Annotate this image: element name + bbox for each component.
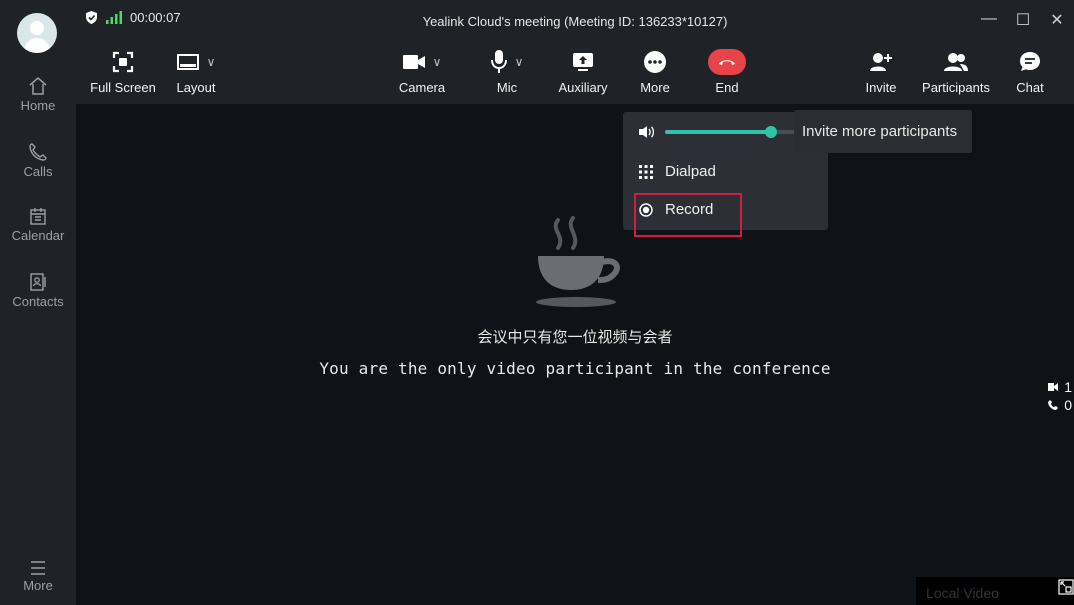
participants-label: Participants (922, 80, 990, 95)
camera-label: Camera (398, 80, 446, 95)
chat-label: Chat (1016, 80, 1044, 95)
fullscreen-label: Full Screen (90, 80, 156, 95)
share-screen-icon (573, 53, 593, 71)
coffee-cup-icon (536, 216, 620, 307)
end-call-button[interactable]: End (707, 48, 747, 95)
hangup-icon (708, 49, 746, 75)
auxiliary-label: Auxiliary (558, 80, 608, 95)
sidebar-item-calls[interactable]: Calls (0, 142, 76, 179)
minimize-icon[interactable]: — (972, 10, 1006, 30)
record-highlight-box (634, 193, 742, 237)
sidebar-item-label: Contacts (12, 294, 64, 309)
sidebar-item-contacts[interactable]: Contacts (0, 272, 76, 309)
layout-label: Layout (176, 80, 216, 95)
layout-icon (176, 54, 199, 70)
more-button[interactable]: More (634, 48, 676, 95)
chat-button[interactable]: Chat (1012, 48, 1048, 95)
window-controls: — ☐ ✕ (972, 10, 1074, 30)
invite-button[interactable]: Invite (862, 48, 900, 95)
local-video-label: Local Video (926, 585, 999, 601)
close-icon[interactable]: ✕ (1040, 10, 1074, 30)
menu-icon (31, 561, 45, 575)
auxiliary-button[interactable]: Auxiliary (552, 48, 614, 95)
local-video-panel[interactable]: Local Video (916, 577, 1074, 605)
sidebar: Home Calls Calendar Contacts More (0, 0, 76, 605)
avatar[interactable] (17, 13, 57, 53)
dialpad-menu-item[interactable]: Dialpad (639, 163, 716, 180)
mic-label: Mic (496, 80, 518, 95)
chevron-down-icon[interactable]: ∨ (207, 55, 216, 69)
more-icon (644, 51, 666, 73)
sidebar-item-label: Home (20, 98, 56, 113)
mic-button[interactable]: ∨ Mic (483, 48, 531, 95)
fullscreen-icon (112, 51, 134, 73)
speaker-icon (639, 126, 655, 138)
top-bar: 00:00:07 Yealink Cloud's meeting (Meetin… (76, 0, 1074, 104)
calendar-icon (30, 208, 46, 225)
dialpad-icon (639, 164, 653, 179)
audio-count: 0 (1064, 397, 1072, 413)
layout-button[interactable]: ∨ Layout (174, 48, 218, 95)
camera-button[interactable]: ∨ Camera (398, 48, 446, 95)
sidebar-item-label: Calendar (11, 228, 65, 243)
phone-count-icon (1048, 400, 1059, 410)
contacts-icon (30, 273, 46, 291)
add-user-icon (870, 53, 892, 71)
chevron-down-icon[interactable]: ∨ (433, 55, 442, 69)
sidebar-item-calendar[interactable]: Calendar (0, 206, 76, 243)
invite-tooltip: Invite more participants (794, 110, 972, 153)
only-participant-message-cn: 会议中只有您一位视频与会者 (477, 329, 673, 346)
meeting-title: Yealink Cloud's meeting (Meeting ID: 136… (422, 14, 728, 29)
camera-icon (402, 55, 425, 69)
participant-counts: 1 0 (1048, 378, 1072, 414)
volume-control[interactable] (637, 123, 817, 141)
phone-icon (29, 143, 47, 161)
title-bar: 00:00:07 Yealink Cloud's meeting (Meetin… (76, 0, 1074, 40)
more-label: More (640, 80, 670, 95)
fullscreen-button[interactable]: Full Screen (90, 48, 156, 95)
participants-button[interactable]: Participants (918, 48, 994, 95)
only-participant-message-en: You are the only video participant in th… (319, 359, 831, 378)
sidebar-more[interactable]: More (0, 560, 76, 593)
sidebar-item-label: Calls (23, 164, 53, 179)
chat-icon (1020, 52, 1040, 71)
expand-icon[interactable] (1058, 577, 1074, 597)
video-stage: 会议中只有您一位视频与会者 You are the only video par… (76, 104, 1074, 605)
sidebar-more-label: More (23, 578, 53, 593)
chevron-down-icon[interactable]: ∨ (515, 55, 524, 69)
video-count-icon (1048, 383, 1059, 391)
volume-slider-handle[interactable] (764, 126, 777, 138)
sidebar-item-home[interactable]: Home (0, 76, 76, 113)
participants-icon (944, 53, 968, 71)
dialpad-label: Dialpad (665, 163, 716, 180)
volume-fill (665, 130, 771, 134)
mic-icon (490, 50, 507, 73)
invite-label: Invite (865, 80, 897, 95)
maximize-icon[interactable]: ☐ (1006, 10, 1040, 30)
end-label: End (715, 80, 739, 95)
video-count: 1 (1064, 379, 1072, 395)
home-icon (29, 77, 47, 95)
